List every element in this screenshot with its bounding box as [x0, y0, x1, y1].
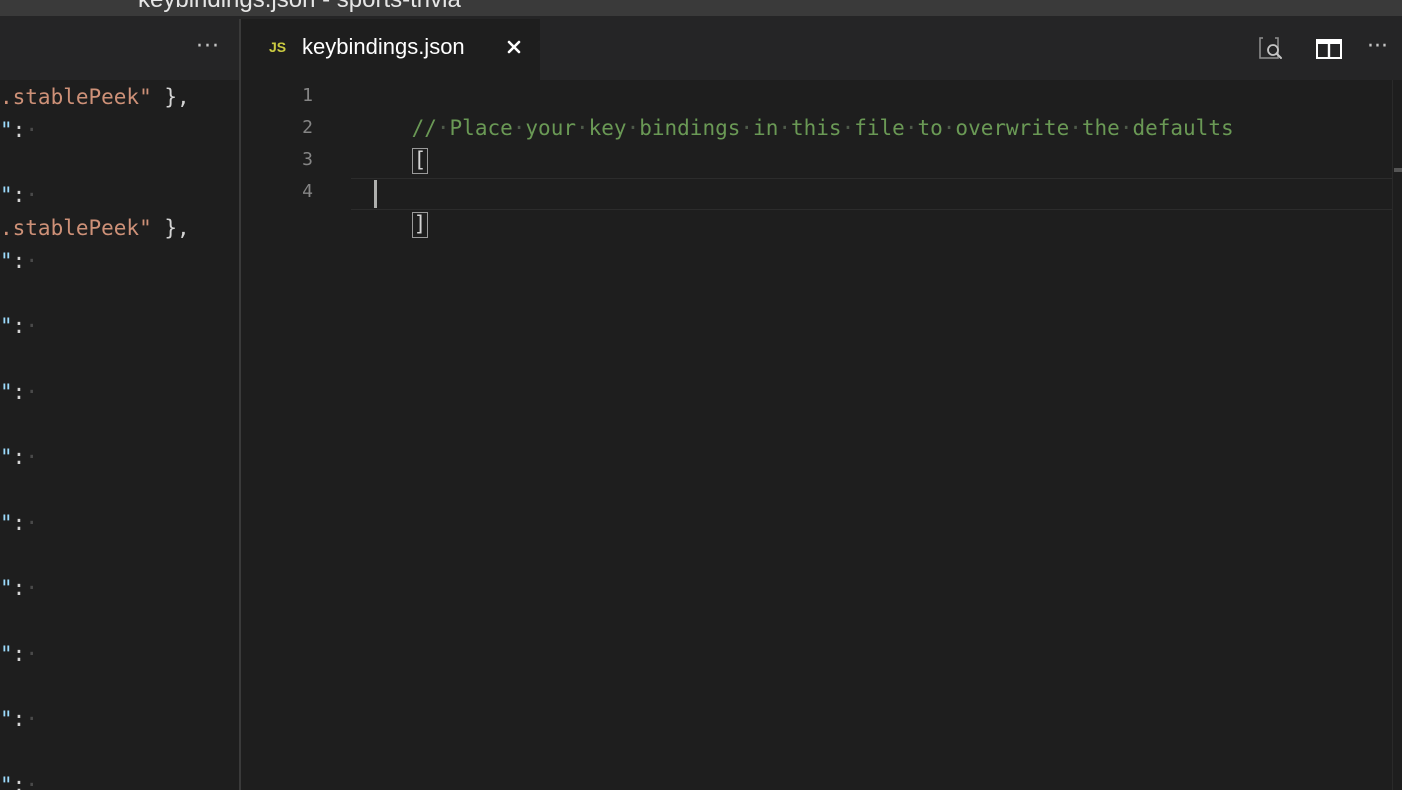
punctuation-token: : — [12, 707, 26, 731]
whitespace-marker: · — [25, 445, 38, 469]
left-code-line: ":· — [0, 704, 38, 734]
editor-scrollbar[interactable] — [1392, 80, 1402, 790]
property-token: " — [0, 642, 13, 666]
string-token: .stablePeek" — [0, 85, 152, 109]
whitespace-marker: · — [25, 380, 38, 404]
punctuation-token: : — [12, 183, 26, 207]
scrollbar-cursor-marker — [1394, 168, 1402, 172]
window-title: keybindings.json - sports-trivia — [138, 0, 461, 14]
property-token: " — [0, 314, 13, 338]
line-number: 4 — [302, 181, 313, 202]
window-titlebar: keybindings.json - sports-trivia — [0, 0, 1402, 16]
punctuation-token: : — [12, 314, 26, 338]
property-token: " — [0, 773, 13, 790]
whitespace-marker: · — [25, 511, 38, 535]
property-token: " — [0, 511, 13, 535]
text-cursor — [374, 180, 377, 208]
punctuation-token: : — [12, 380, 26, 404]
whitespace-marker: · — [25, 183, 38, 207]
left-code-line: ":· — [0, 311, 38, 341]
property-token: " — [0, 707, 13, 731]
code-line-4[interactable]: ] — [361, 176, 429, 238]
left-code-line: ":· — [0, 442, 38, 472]
punctuation-token: : — [12, 511, 26, 535]
split-editor-icon[interactable] — [1313, 33, 1345, 65]
whitespace-marker: · — [25, 576, 38, 600]
punctuation-token: }, — [151, 85, 190, 109]
left-code-line: ":· — [0, 115, 38, 145]
property-token: " — [0, 445, 13, 469]
property-token: " — [0, 183, 13, 207]
property-token: " — [0, 118, 13, 142]
property-token: " — [0, 249, 13, 273]
comment-text: //·Place·your·key·bindings·in·this·file·… — [411, 116, 1234, 140]
whitespace-marker: · — [25, 249, 38, 273]
code-line-1[interactable]: //·Place·your·key·bindings·in·this·file·… — [361, 80, 1234, 140]
left-code-line: ":· — [0, 377, 38, 407]
left-code-line: ":· — [0, 639, 38, 669]
open-bracket: [ — [411, 148, 429, 174]
code-line-2[interactable]: [ — [361, 112, 429, 174]
right-tab-strip: JS keybindings.json ··· — [241, 19, 1402, 80]
close-icon[interactable] — [502, 35, 526, 59]
punctuation-token: }, — [151, 216, 190, 240]
left-code-line: .stablePeek" }, — [0, 213, 190, 243]
code-editor[interactable]: 1 2 3 4 //·Place·your·key·bindings·in·th… — [241, 80, 1402, 790]
open-keyboard-shortcuts-icon[interactable] — [1255, 33, 1287, 65]
whitespace-marker: · — [25, 773, 38, 790]
left-code-line: ":· — [0, 573, 38, 603]
string-token: .stablePeek" — [0, 216, 152, 240]
tab-keybindings-json[interactable]: JS keybindings.json — [241, 19, 540, 80]
punctuation-token: : — [12, 642, 26, 666]
left-tab-strip: ··· — [0, 19, 239, 80]
property-token: " — [0, 380, 13, 404]
whitespace-marker: · — [25, 642, 38, 666]
left-code-line: ":· — [0, 508, 38, 538]
punctuation-token: : — [12, 118, 26, 142]
punctuation-token: : — [12, 576, 26, 600]
whitespace-marker: · — [25, 707, 38, 731]
punctuation-token: : — [12, 249, 26, 273]
line-number: 3 — [302, 149, 313, 170]
editor-more-actions-button[interactable]: ··· — [1367, 33, 1401, 65]
line-number: 1 — [302, 85, 313, 106]
close-bracket: ] — [411, 212, 429, 238]
left-more-actions-button[interactable]: ··· — [190, 33, 226, 63]
line-number: 2 — [302, 117, 313, 138]
tab-label: keybindings.json — [302, 34, 465, 59]
punctuation-token: : — [12, 445, 26, 469]
js-file-icon: JS — [269, 39, 287, 55]
left-code-line: ":· — [0, 180, 38, 210]
left-code-line: ":· — [0, 246, 38, 276]
left-code-line: .stablePeek" }, — [0, 82, 190, 112]
left-editor-group: ··· .stablePeek" }, ":· ":· .stablePeek" },… — [0, 19, 239, 790]
whitespace-marker: · — [25, 314, 38, 338]
property-token: " — [0, 576, 13, 600]
whitespace-marker: · — [25, 118, 38, 142]
current-line-highlight — [351, 178, 1402, 210]
punctuation-token: : — [12, 773, 26, 790]
left-code-line: ":· — [0, 770, 38, 790]
